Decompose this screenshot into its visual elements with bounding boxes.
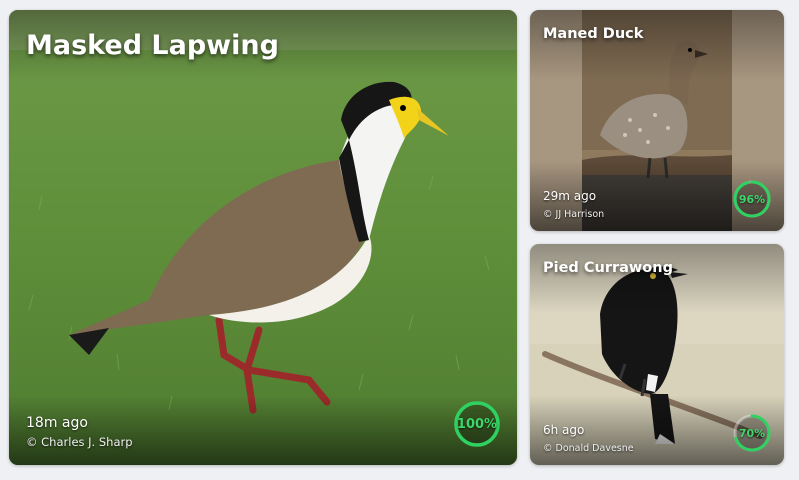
confidence-ring: 100% (453, 400, 501, 448)
sighting-time: 29m ago (543, 189, 597, 203)
species-title: Pied Currawong (543, 260, 673, 276)
photo-credit: © Donald Davesne (543, 443, 634, 454)
sighting-card-maned-duck[interactable]: Maned Duck 29m ago © JJ Harrison 96% (530, 10, 784, 231)
sighting-card-pied-currawong[interactable]: Pied Currawong 6h ago © Donald Davesne 7… (530, 244, 784, 465)
confidence-label: 100% (456, 416, 498, 432)
confidence-label: 70% (738, 426, 766, 440)
sighting-time: 18m ago (26, 415, 88, 431)
species-title: Maned Duck (543, 26, 644, 42)
photo-credit: © JJ Harrison (543, 209, 605, 220)
sighting-card-masked-lapwing[interactable]: Masked Lapwing 18m ago © Charles J. Shar… (9, 10, 517, 465)
sighting-time: 6h ago (543, 423, 585, 437)
confidence-label: 96% (738, 192, 766, 206)
confidence-ring: 96% (732, 179, 772, 219)
title-shade (530, 244, 784, 314)
title-shade (530, 10, 784, 80)
confidence-ring: 70% (732, 413, 772, 453)
photo-credit: © Charles J. Sharp (26, 435, 133, 449)
species-title: Masked Lapwing (26, 30, 279, 61)
